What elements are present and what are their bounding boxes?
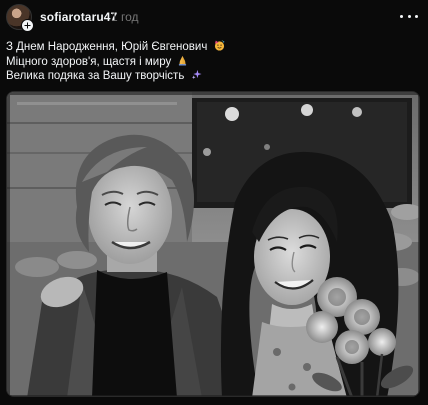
caption-line-text: Міцного здоров'я, щастя і миру — [6, 55, 172, 68]
caption-line: З Днем Народження, Юрій Євгенович — [6, 40, 416, 55]
more-options-button[interactable] — [400, 9, 418, 23]
sparkles-emoji — [191, 69, 202, 80]
caption-line: Міцного здоров'я, щастя і миру — [6, 55, 416, 70]
post-timestamp[interactable]: 1 год — [111, 10, 139, 24]
author-username[interactable]: sofiarotaru47 — [40, 10, 117, 24]
threads-post: sofiarotaru47 1 год З Днем Народження, Ю… — [0, 0, 428, 405]
more-horizontal-icon — [400, 14, 403, 18]
post-photo[interactable] — [6, 91, 420, 397]
plus-icon — [24, 22, 31, 29]
post-caption: З Днем Народження, Юрій Євгенович Міцног… — [6, 40, 416, 84]
party-face-emoji — [214, 40, 224, 51]
author-avatar[interactable] — [6, 4, 34, 32]
follow-badge[interactable] — [21, 19, 34, 32]
folded-hands-emoji — [179, 55, 187, 66]
caption-line: Велика подяка за Вашу творчість — [6, 69, 416, 84]
vintage-portrait-image — [7, 92, 419, 396]
caption-line-text: З Днем Народження, Юрій Євгенович — [6, 41, 208, 53]
caption-line-text: Велика подяка за Вашу творчість — [6, 70, 185, 82]
